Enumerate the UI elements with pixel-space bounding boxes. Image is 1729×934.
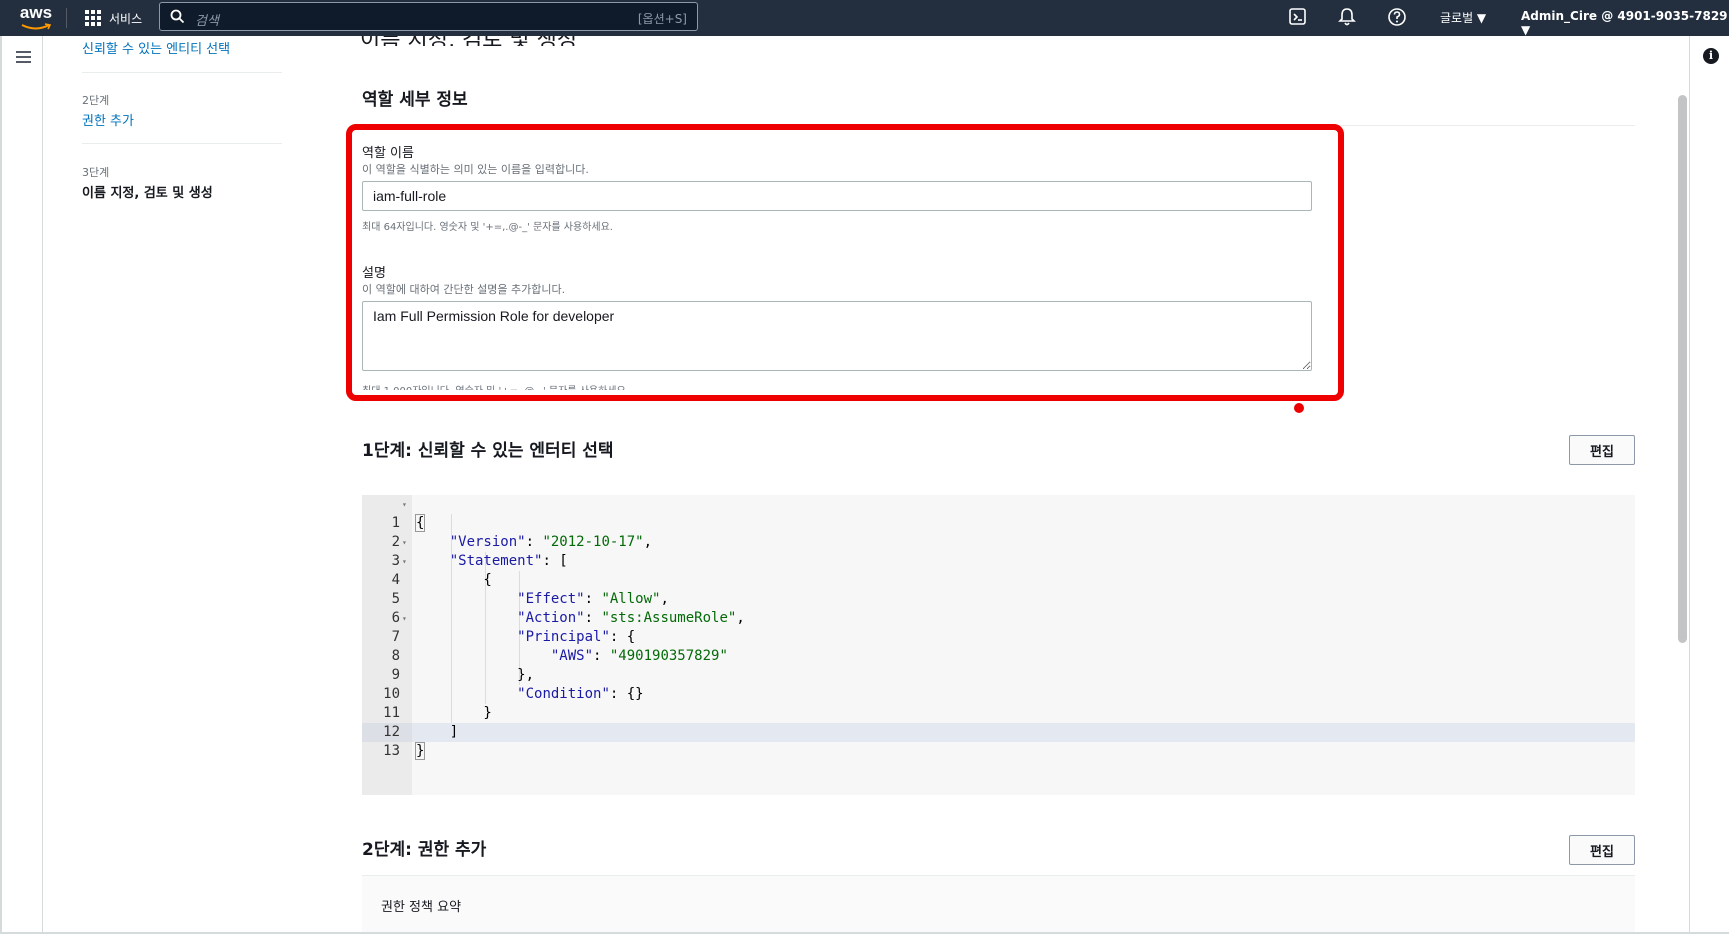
code-line: 11 } — [362, 685, 1635, 721]
step-divider — [82, 72, 282, 73]
code-line: 5 "Effect": "Allow", — [362, 571, 1635, 607]
code-line: 1 ▾{ — [362, 495, 1635, 532]
code-line: 4 ▾ { — [362, 552, 1635, 588]
search-placeholder: 검색 — [195, 14, 219, 29]
search-input[interactable]: 검색 [옵션+S] — [159, 2, 698, 31]
wizard-step2-link[interactable]: 권한 추가 — [82, 110, 134, 129]
step1-section-title: 1단계: 신뢰할 수 있는 엔터티 선택 — [362, 441, 614, 461]
page-title: 이름 지정, 검토 및 생성 — [360, 36, 577, 46]
permissions-summary-panel — [362, 875, 1635, 934]
nav-divider — [66, 8, 67, 28]
services-menu-button[interactable]: 서비스 — [85, 7, 142, 29]
services-grid-icon — [85, 10, 101, 26]
cloudshell-icon[interactable] — [1288, 7, 1308, 27]
code-line: 8 "AWS": "490190357829" — [362, 628, 1635, 664]
wizard-step3-current: 이름 지정, 검토 및 생성 — [82, 186, 213, 201]
aws-logo[interactable]: aws — [18, 3, 54, 33]
wizard-step3-number: 3단계 — [82, 166, 110, 179]
line-number: 13 — [383, 743, 400, 759]
code-line: 6 "Action": "sts:AssumeRole", — [362, 590, 1635, 626]
info-icon[interactable]: i — [1703, 48, 1719, 64]
menu-hamburger-icon[interactable] — [16, 51, 31, 63]
role-details-heading: 역할 세부 정보 — [362, 90, 468, 110]
step2-edit-button[interactable]: 편집 — [1569, 835, 1635, 865]
search-shortcut-hint: [옵션+S] — [637, 12, 687, 26]
side-navigation-rail — [0, 36, 43, 934]
trust-policy-code-editor[interactable]: 1 ▾{ 2 "Version": "2012-10-17", 3 ▾ "State… — [362, 495, 1635, 795]
code-line: 2 "Version": "2012-10-17", — [362, 514, 1635, 550]
fold-arrow-icon[interactable]: ▾ — [402, 495, 407, 514]
services-label: 서비스 — [109, 11, 143, 26]
scrollbar[interactable] — [1678, 95, 1687, 643]
wizard-step2-number: 2단계 — [82, 94, 110, 107]
step-divider — [82, 143, 282, 144]
page-title-container: 이름 지정, 검토 및 생성 — [360, 36, 760, 46]
code-line: 12 ] — [362, 704, 1635, 740]
code-line: 10 "Condition": {} — [362, 666, 1635, 702]
annotation-highlight-box — [346, 124, 1344, 401]
search-icon — [170, 9, 185, 24]
fold-arrow-icon[interactable]: ▾ — [402, 533, 407, 552]
aws-smile-icon — [21, 23, 51, 30]
account-menu[interactable]: Admin_Cire @ 4901-9035-7829 ▼ — [1521, 9, 1729, 37]
annotation-dot — [1294, 403, 1304, 413]
help-icon[interactable] — [1387, 7, 1407, 27]
permissions-summary-label: 권한 정책 요약 — [381, 900, 462, 915]
wizard-step1-link[interactable]: 신뢰할 수 있는 엔티티 선택 — [82, 38, 230, 57]
step2-section-title: 2단계: 권한 추가 — [362, 840, 487, 860]
fold-arrow-icon[interactable]: ▾ — [402, 609, 407, 628]
aws-logo-text: aws — [19, 3, 53, 22]
region-selector[interactable]: 글로벌 ▼ — [1440, 9, 1486, 26]
code-line: 9 }, — [362, 647, 1635, 683]
code-line: 7 ▾ "Principal": { — [362, 609, 1635, 645]
code-line: 3 ▾ "Statement": [ — [362, 533, 1635, 569]
step1-edit-button[interactable]: 편집 — [1569, 435, 1635, 465]
code-line: 13} — [362, 723, 1635, 760]
help-panel-rail: i — [1689, 36, 1729, 934]
fold-arrow-icon[interactable]: ▾ — [402, 552, 407, 571]
bell-icon[interactable] — [1337, 7, 1357, 27]
top-navigation: aws 서비스 검색 [옵션+S] 글로벌 ▼ Admin_Cire @ 490… — [0, 0, 1729, 37]
